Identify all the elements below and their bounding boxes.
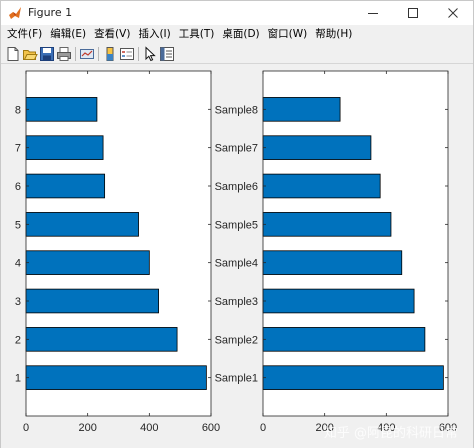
y-tick-label: Sample4 [215,258,258,270]
y-tick-label: Sample8 [215,104,258,116]
minimize-button[interactable] [353,1,393,25]
figure-window: Figure 1 文件(F) 编辑(E) 查看(V) 插入(I) 工具(T) 桌… [0,0,474,448]
bar [262,212,392,237]
y-tick-label: Sample5 [215,219,258,231]
menu-desktop[interactable]: 桌面(D) [218,25,263,44]
y-tick-label: Sample2 [215,334,258,346]
x-tick-label: 400 [140,422,158,434]
y-tick-label: 3 [15,296,21,308]
y-tick-label: 1 [15,373,21,385]
y-tick-label: Sample3 [215,296,258,308]
y-tick-label: 7 [15,143,21,155]
left-axes[interactable]: 0 200 400 600 1 2 3 4 5 6 7 8 [15,70,220,434]
menu-edit[interactable]: 编辑(E) [46,25,90,44]
axes-background [263,71,448,416]
menu-file[interactable]: 文件(F) [3,25,46,44]
bar [25,97,98,122]
watermark-text: 知乎 @阿昆的科研日常 [324,425,458,441]
edit-plot-icon[interactable] [142,46,158,62]
y-tick-label: 6 [15,181,21,193]
bar [25,365,207,390]
menu-bar: 文件(F) 编辑(E) 查看(V) 插入(I) 工具(T) 桌面(D) 窗口(W… [1,25,473,44]
bar [262,173,381,199]
x-tick-label: 600 [202,422,220,434]
matlab-logo-icon [9,7,21,19]
figure-toolbar [1,44,473,64]
y-tick-label: 5 [15,219,21,231]
maximize-button[interactable] [393,1,433,25]
bar [262,135,372,160]
toolbar-separator [98,47,99,61]
x-tick-label: 200 [78,422,96,434]
property-inspector-icon[interactable] [159,46,175,62]
figure-canvas: 0 200 400 600 1 2 3 4 5 6 7 8 0 200 400 600 Sample1 Samp… [1,65,473,448]
y-tick-label: 4 [15,258,21,270]
bar [25,212,139,237]
bar [25,327,178,352]
right-axes[interactable]: 0 200 400 600Sample1Sample2Sample3Sample4Sa… [215,70,458,434]
minimize-icon [368,13,378,14]
menu-insert[interactable]: 插入(I) [134,25,174,44]
close-icon [448,8,458,18]
bar [262,327,426,352]
x-tick-label: 0 [260,422,266,434]
insert-colorbar-icon[interactable] [102,46,118,62]
y-tick-label: Sample6 [215,181,258,193]
toolbar-separator [75,47,76,61]
link-plot-icon[interactable] [79,46,95,62]
axes-background [26,71,211,416]
window-title: Figure 1 [28,6,73,19]
menu-help[interactable]: 帮助(H) [311,25,356,44]
y-tick-label: 2 [15,334,21,346]
y-tick-label: 8 [15,104,21,116]
bar [262,288,415,314]
y-tick-label: Sample7 [215,143,258,155]
bar [262,250,403,275]
menu-tools[interactable]: 工具(T) [175,25,219,44]
title-bar[interactable]: Figure 1 [1,1,473,25]
bar [25,135,104,160]
maximize-icon [408,8,418,18]
print-icon[interactable] [56,46,72,62]
bar [262,97,341,122]
save-icon[interactable] [39,46,55,62]
x-tick-label: 0 [23,422,29,434]
new-figure-icon[interactable] [5,46,21,62]
bar [25,288,159,314]
bar [25,250,150,275]
close-button[interactable] [433,1,473,25]
bar [25,173,106,199]
plot-area: 0 200 400 600 1 2 3 4 5 6 7 8 0 200 400 600 Sample1 Samp… [15,70,458,441]
toolbar-separator [138,47,139,61]
menu-window[interactable]: 窗口(W) [264,25,312,44]
bar [262,365,444,390]
menu-view[interactable]: 查看(V) [90,25,134,44]
y-tick-label: Sample1 [215,373,258,385]
open-file-icon[interactable] [22,46,38,62]
insert-legend-icon[interactable] [119,46,135,62]
